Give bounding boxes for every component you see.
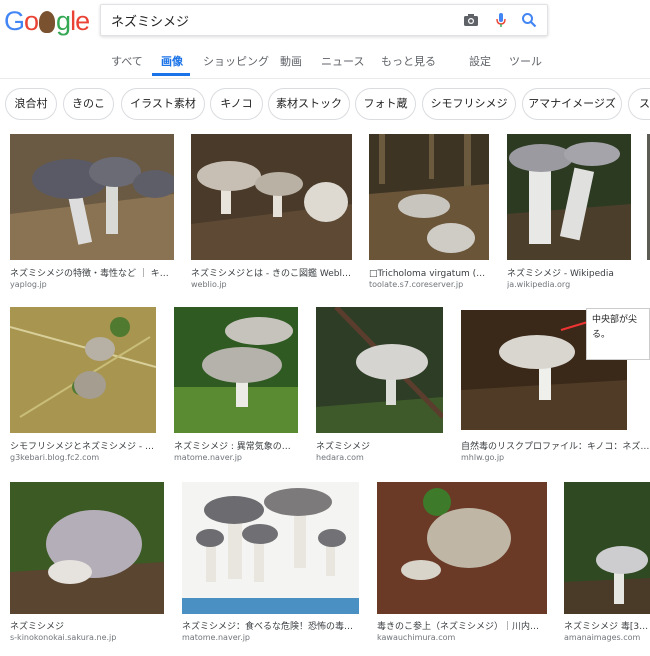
- microphone-icon[interactable]: [493, 12, 509, 28]
- image-result[interactable]: ネズミシメジ : 異常気象の… matome.naver.jp: [174, 307, 298, 467]
- result-source: weblio.jp: [191, 280, 227, 289]
- result-source: matome.naver.jp: [182, 633, 251, 642]
- doodle-icon: [39, 11, 56, 33]
- result-caption[interactable]: ネズミシメジ - Wikipedia: [507, 266, 631, 279]
- result-caption[interactable]: ネズミシメジ: [10, 619, 164, 632]
- chip[interactable]: ス: [628, 88, 650, 120]
- image-result[interactable]: シモフリシメジとネズミシメジ - … g3kebari.blog.fc2.com: [10, 307, 156, 467]
- result-thumbnail[interactable]: [174, 307, 298, 433]
- logo-letter: e: [75, 6, 90, 36]
- result-caption[interactable]: ネズミシメジとは - きのこ図鑑 Webli…: [191, 266, 352, 279]
- related-chips: 浪合村 きのこ イラスト素材 キノコ 素材ストック フォト蔵 シモフリシメジ ア…: [0, 86, 650, 126]
- result-thumbnail[interactable]: [377, 482, 547, 614]
- result-source: g3kebari.blog.fc2.com: [10, 453, 100, 462]
- result-source: mhlw.go.jp: [461, 453, 505, 462]
- result-source: toolate.s7.coreserver.jp: [369, 280, 464, 289]
- result-caption[interactable]: シモフリシメジとネズミシメジ - …: [10, 439, 156, 452]
- result-source: s-kinokonokai.sakura.ne.jp: [10, 633, 117, 642]
- google-logo[interactable]: Go gle: [4, 6, 90, 36]
- image-result[interactable]: ネズミシメジ：食べるな危険！恐怖の毒き… matome.naver.jp: [182, 482, 359, 642]
- camera-icon[interactable]: [463, 12, 479, 28]
- image-annotation-tooltip: 中央部が尖 る。: [586, 308, 650, 360]
- result-thumbnail[interactable]: [564, 482, 650, 614]
- search-tabs: すべて 画像 ショッピング 動画 ニュース もっと見る 設定 ツール: [0, 50, 650, 78]
- image-result[interactable]: ネズミシメジの特徴・毒性など ｜ キ… yaplog.jp: [10, 134, 174, 294]
- logo-letter: G: [4, 6, 25, 36]
- tab-all[interactable]: すべて: [111, 53, 143, 69]
- result-caption[interactable]: ネズミシメジ 毒[32203: [564, 619, 650, 632]
- image-result[interactable]: 毒きのこ参上（ネズミシメジ）｜川内… kawauchimura.com: [377, 482, 547, 642]
- tooltip-line: 中央部が尖: [592, 315, 638, 325]
- tab-images[interactable]: 画像: [161, 53, 183, 69]
- chip[interactable]: フォト蔵: [355, 88, 416, 120]
- logo-letter: o: [24, 6, 39, 36]
- logo-letter: g: [56, 6, 71, 36]
- result-thumbnail[interactable]: [10, 134, 174, 260]
- result-thumbnail[interactable]: [316, 307, 443, 433]
- active-tab-indicator: [152, 73, 190, 76]
- chip[interactable]: イラスト素材: [121, 88, 205, 120]
- result-source: yaplog.jp: [10, 280, 47, 289]
- image-result[interactable]: ネズミシメジ s-kinokonokai.sakura.ne.jp: [10, 482, 164, 642]
- search-input[interactable]: [111, 5, 441, 35]
- result-thumbnail[interactable]: [507, 134, 631, 260]
- result-source: kawauchimura.com: [377, 633, 456, 642]
- chip[interactable]: キノコ: [210, 88, 263, 120]
- search-box: [100, 4, 548, 36]
- result-caption[interactable]: ネズミシメジ: [316, 439, 443, 452]
- chip[interactable]: きのこ: [63, 88, 114, 120]
- image-result[interactable]: ネズミシメジとは - きのこ図鑑 Webli… weblio.jp: [191, 134, 352, 294]
- tab-settings[interactable]: 設定: [469, 53, 491, 69]
- tab-tools[interactable]: ツール: [509, 53, 542, 69]
- tooltip-line: る。: [592, 330, 611, 340]
- result-source: matome.naver.jp: [174, 453, 243, 462]
- tab-videos[interactable]: 動画: [280, 53, 302, 69]
- result-thumbnail[interactable]: [369, 134, 489, 260]
- result-thumbnail[interactable]: [182, 482, 359, 614]
- tab-news[interactable]: ニュース: [321, 53, 364, 69]
- result-caption[interactable]: ネズミシメジの特徴・毒性など ｜ キ…: [10, 266, 174, 279]
- chip[interactable]: 浪合村: [5, 88, 57, 120]
- tab-shopping[interactable]: ショッピング: [203, 53, 269, 69]
- tab-more[interactable]: もっと見る: [381, 53, 436, 69]
- header: Gogle すべて 画像 ショッピング 動画 ニュース もっと見る 設定 ツール: [0, 0, 650, 79]
- image-result[interactable]: ネズミシメジ - Wikipedia ja.wikipedia.org: [507, 134, 631, 294]
- result-source: amanaimages.com: [564, 633, 641, 642]
- image-result[interactable]: □Tricholoma virgatum (ネ… toolate.s7.core…: [369, 134, 489, 294]
- result-caption[interactable]: ネズミシメジ : 異常気象の…: [174, 439, 298, 452]
- result-caption[interactable]: □Tricholoma virgatum (ネ…: [369, 266, 489, 279]
- image-result[interactable]: ネズミシメジ hedara.com: [316, 307, 443, 467]
- result-thumbnail[interactable]: [10, 482, 164, 614]
- result-source: ja.wikipedia.org: [507, 280, 571, 289]
- result-source: hedara.com: [316, 453, 364, 462]
- search-icon[interactable]: [521, 12, 537, 28]
- result-caption[interactable]: 自然毒のリスクプロファイル：キノコ：ネズミシ…: [461, 439, 650, 452]
- chip[interactable]: アマナイメージズ: [522, 88, 622, 120]
- image-result[interactable]: ネズミシメジ 毒[32203 amanaimages.com: [564, 482, 650, 642]
- result-thumbnail[interactable]: [10, 307, 156, 433]
- result-thumbnail[interactable]: [191, 134, 352, 260]
- chip[interactable]: シモフリシメジ: [422, 88, 516, 120]
- chip[interactable]: 素材ストック: [268, 88, 350, 120]
- result-caption[interactable]: 毒きのこ参上（ネズミシメジ）｜川内…: [377, 619, 547, 632]
- result-caption[interactable]: ネズミシメジ：食べるな危険！恐怖の毒き…: [182, 619, 359, 632]
